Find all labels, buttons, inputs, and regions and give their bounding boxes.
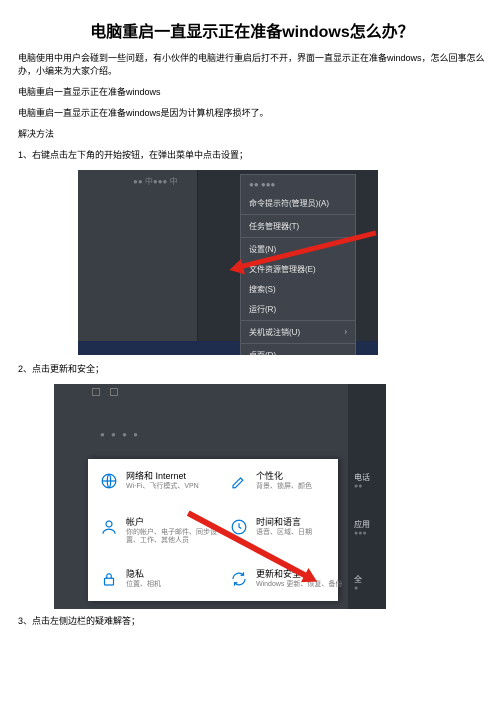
cat-sub: Windows 更新、恢复、备份 bbox=[256, 581, 342, 590]
line-4: 解决方法 bbox=[18, 128, 486, 141]
menu-separator bbox=[241, 237, 355, 238]
cat-sub: 背景、锁屏、颜色 bbox=[256, 483, 312, 492]
menu-separator bbox=[241, 214, 355, 215]
side-cat-1-sub: ●● bbox=[354, 483, 362, 490]
line-2: 电脑重启一直显示正在准备windows bbox=[18, 86, 486, 99]
menu-separator bbox=[241, 320, 355, 321]
screenshot-settings-window: 电话 ●● 应用 ●●● 全 ● ● ● ● ● 网络和 Internet Wi… bbox=[54, 384, 386, 609]
menu-separator bbox=[241, 343, 355, 344]
menu-item-run[interactable]: 运行(R) bbox=[241, 299, 355, 319]
menu-item-cmd-admin[interactable]: 命令提示符(管理员)(A) bbox=[241, 193, 355, 213]
line-3: 电脑重启一直显示正在准备windows是因为计算机程序损坏了。 bbox=[18, 107, 486, 120]
side-cat-3-sub: ● bbox=[354, 585, 358, 592]
settings-cat-network[interactable]: 网络和 Internet Wi-Fi、飞行模式、VPN bbox=[100, 471, 220, 491]
page-title: 电脑重启一直显示正在准备windows怎么办？ bbox=[18, 18, 486, 42]
hint-top: ●● 中●●● 中 bbox=[133, 176, 178, 187]
step-1: 1、右键点击左下角的开始按钮，在弹出菜单中点击设置； bbox=[18, 149, 486, 162]
paint-icon bbox=[230, 472, 248, 490]
update-icon bbox=[230, 570, 248, 588]
cat-title: 网络和 Internet bbox=[126, 471, 199, 481]
dark-side-column: 电话 ●● 应用 ●●● 全 ● bbox=[348, 384, 386, 609]
win-btn bbox=[92, 388, 100, 396]
cat-title: 个性化 bbox=[256, 471, 312, 481]
menu-item-shutdown[interactable]: 关机或注销(U) bbox=[241, 322, 355, 342]
cat-title: 隐私 bbox=[126, 569, 161, 579]
step-3: 3、点击左侧边栏的疑难解答； bbox=[18, 615, 486, 628]
globe-icon bbox=[100, 472, 118, 490]
cat-sub: 你的帐户、电子邮件、同步设置、工作、其他人员 bbox=[126, 529, 220, 547]
settings-cat-personal[interactable]: 个性化 背景、锁屏、颜色 bbox=[230, 471, 350, 491]
win-btn bbox=[110, 388, 118, 396]
cat-sub: 语音、区域、日期 bbox=[256, 529, 312, 538]
step-2: 2、点击更新和安全； bbox=[18, 363, 486, 376]
settings-panel: 网络和 Internet Wi-Fi、飞行模式、VPN 个性化 背景、锁屏、颜色… bbox=[88, 459, 338, 601]
menu-item-desktop[interactable]: 桌面(D) bbox=[241, 345, 355, 355]
cat-sub: 位置、相机 bbox=[126, 581, 161, 590]
settings-cat-time[interactable]: 时间和语言 语音、区域、日期 bbox=[230, 517, 350, 537]
side-cat-3: 全 bbox=[354, 574, 362, 585]
screenshot-context-menu: ●● 中●●● 中 ●● ●●● 命令提示符(管理员)(A) 任务管理器(T) … bbox=[78, 170, 378, 355]
menu-item-dim[interactable]: ●● ●●● bbox=[241, 175, 355, 193]
intro-paragraph: 电脑使用中用户会碰到一些问题，有小伙伴的电脑进行重启后打不开，界面一直显示正在准… bbox=[18, 52, 486, 78]
settings-cat-update[interactable]: 更新和安全 Windows 更新、恢复、备份 bbox=[230, 569, 350, 589]
side-cat-2-sub: ●●● bbox=[354, 530, 367, 537]
settings-cat-privacy[interactable]: 隐私 位置、相机 bbox=[100, 569, 220, 589]
menu-item-search[interactable]: 搜索(S) bbox=[241, 279, 355, 299]
menu-item-task-manager[interactable]: 任务管理器(T) bbox=[241, 216, 355, 236]
side-cat-2: 应用 bbox=[354, 519, 370, 530]
cat-sub: Wi-Fi、飞行模式、VPN bbox=[126, 483, 199, 492]
side-cat-1: 电话 bbox=[354, 472, 370, 483]
cat-title: 时间和语言 bbox=[256, 517, 312, 527]
lock-icon bbox=[100, 570, 118, 588]
hint-bar: ● ● ● ● bbox=[100, 430, 140, 439]
user-icon bbox=[100, 518, 118, 536]
window-top-buttons bbox=[92, 388, 118, 396]
